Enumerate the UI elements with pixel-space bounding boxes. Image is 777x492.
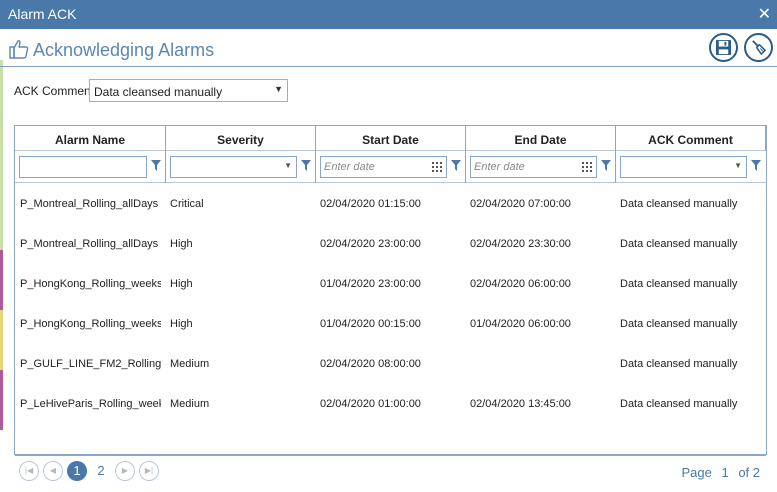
next-page-button[interactable]: ▶ [115,461,135,481]
broom-icon [752,40,766,55]
calendar-icon[interactable] [432,162,442,172]
cell-alarm-name: P_HongKong_Rolling_weeksd [20,278,161,290]
window-title-bar: Alarm ACK ✕ [0,0,777,29]
filter-severity-select[interactable]: ▼ [170,156,297,178]
alarms-grid: Alarm Name Severity Start Date End Date … [14,125,767,481]
date-placeholder: Enter date [474,161,525,173]
first-page-button[interactable]: |◀ [19,461,39,481]
filter-end-date: Enter date [466,151,616,183]
grid-header: Alarm Name Severity Start Date End Date … [15,126,766,151]
current-page: 1 [721,465,729,480]
page-label: Page [681,465,712,480]
background-edge-purple-2 [0,370,3,430]
filter-funnel-icon[interactable] [151,160,161,171]
page-info: Page 1 of 2 [675,465,760,480]
chevron-down-icon: ▼ [734,161,742,170]
page-total: of 2 [738,465,760,480]
close-icon[interactable]: ✕ [758,4,771,24]
filter-ack-comment: ▼ [616,151,766,183]
page-title: Acknowledging Alarms [33,40,215,60]
ack-comment-select[interactable]: Data cleansed manually ▼ [89,79,288,102]
cell-alarm-name: P_HongKong_Rolling_weeksd [20,318,161,330]
save-button[interactable] [709,33,738,62]
cell-severity: Medium [170,358,210,370]
save-icon [715,39,732,56]
cell-ack-comment: Data cleansed manually [620,318,738,330]
cell-alarm-name: P_GULF_LINE_FM2_Rolling_w [20,358,161,370]
filter-funnel-icon[interactable] [751,160,761,171]
clear-button[interactable] [744,33,773,62]
column-header-end-date[interactable]: End Date [466,126,616,151]
table-row[interactable]: P_LeHiveParis_Rolling_weeks Medium 02/04… [15,384,766,424]
last-page-button[interactable]: ▶| [139,461,159,481]
cell-alarm-name: P_Montreal_Rolling_allDays [20,198,159,210]
cell-end-date: 02/04/2020 07:00:00 [470,198,571,210]
filter-funnel-icon[interactable] [451,160,461,171]
page-number-1[interactable]: 1 [67,461,87,481]
cell-end-date: 02/04/2020 13:45:00 [470,398,571,410]
chevron-down-icon: ▼ [284,161,292,170]
calendar-icon[interactable] [582,162,592,172]
cell-end-date: 02/04/2020 23:30:00 [470,238,571,250]
cell-alarm-name: P_Montreal_Rolling_allDays [20,238,159,250]
filter-alarm-name [15,151,166,183]
cell-severity: Medium [170,398,210,410]
filter-funnel-icon[interactable] [601,160,611,171]
filter-alarm-name-input[interactable] [19,156,147,178]
table-row[interactable]: P_GULF_LINE_FM2_Rolling_w Medium 02/04/2… [15,344,766,384]
filter-start-date-input[interactable]: Enter date [320,156,447,178]
filter-start-date: Enter date [316,151,466,183]
background-edge-green [0,60,3,250]
cell-start-date: 01/04/2020 23:00:00 [320,278,421,290]
filter-end-date-input[interactable]: Enter date [470,156,597,178]
table-row[interactable]: P_HongKong_Rolling_weeksd High 01/04/202… [15,264,766,304]
cell-severity: High [170,238,193,250]
cell-severity: High [170,278,193,290]
column-header-ack-comment[interactable]: ACK Comment [616,126,766,151]
column-header-alarm-name[interactable]: Alarm Name [15,126,166,151]
filter-ack-comment-select[interactable]: ▼ [620,156,747,178]
cell-start-date: 01/04/2020 00:15:00 [320,318,421,330]
cell-severity: Critical [170,198,204,210]
cell-start-date: 02/04/2020 01:00:00 [320,398,421,410]
background-edge-purple [0,250,3,310]
cell-start-date: 02/04/2020 08:00:00 [320,358,421,370]
chevron-down-icon: ▼ [274,84,283,94]
column-header-start-date[interactable]: Start Date [316,126,466,151]
dialog-header: Acknowledging Alarms [0,29,777,67]
background-edge-yellow [0,310,3,370]
pager: |◀ ◀ 1 2 ▶ ▶| Page 1 of 2 [15,455,766,485]
cell-end-date: 02/04/2020 06:00:00 [470,278,571,290]
cell-end-date: 01/04/2020 06:00:00 [470,318,571,330]
ack-comment-label: ACK Comment [14,84,95,98]
column-header-severity[interactable]: Severity [166,126,316,151]
window-title: Alarm ACK [8,6,77,22]
table-row[interactable]: P_HongKong_Rolling_weeksd High 01/04/202… [15,304,766,344]
cell-alarm-name: P_LeHiveParis_Rolling_weeks [20,398,161,410]
table-row[interactable]: P_Montreal_Rolling_allDays Critical 02/0… [15,184,766,224]
cell-ack-comment: Data cleansed manually [620,398,738,410]
cell-ack-comment: Data cleansed manually [620,198,738,210]
prev-page-button[interactable]: ◀ [43,461,63,481]
page-number-2[interactable]: 2 [91,461,111,481]
date-placeholder: Enter date [324,161,375,173]
filter-funnel-icon[interactable] [301,160,311,171]
cell-severity: High [170,318,193,330]
filter-row: ▼ Enter date Enter date ▼ [15,151,766,183]
ack-comment-value: Data cleansed manually [94,85,223,99]
cell-ack-comment: Data cleansed manually [620,238,738,250]
table-row[interactable]: P_Montreal_Rolling_allDays High 02/04/20… [15,224,766,264]
thumbs-up-icon [9,40,29,59]
cell-ack-comment: Data cleansed manually [620,278,738,290]
cell-start-date: 02/04/2020 23:00:00 [320,238,421,250]
filter-severity: ▼ [166,151,316,183]
cell-ack-comment: Data cleansed manually [620,358,738,370]
cell-start-date: 02/04/2020 01:15:00 [320,198,421,210]
